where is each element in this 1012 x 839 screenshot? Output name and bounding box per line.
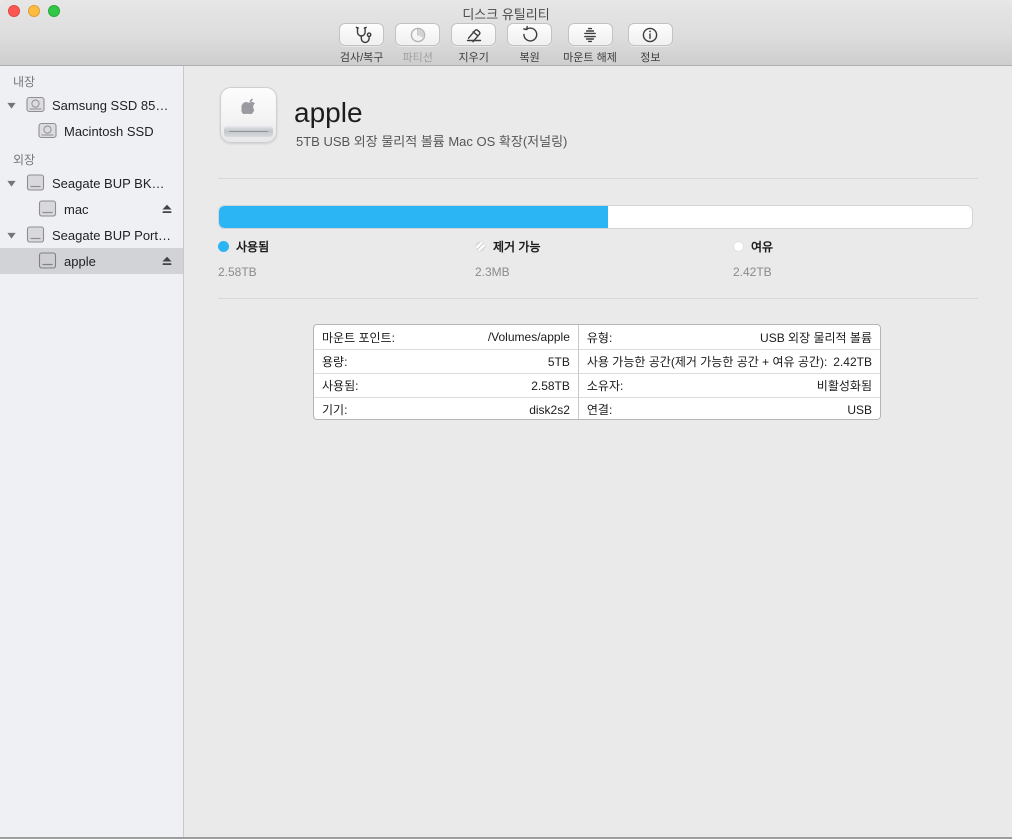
divider: [218, 298, 978, 299]
sidebar-item-macintosh-ssd[interactable]: Macintosh SSD: [0, 118, 183, 144]
toolbar: 검사/복구 파티션: [0, 23, 1012, 65]
table-row: 용량: 5TB: [314, 349, 578, 373]
info-button[interactable]: 정보: [628, 23, 673, 65]
disclosure-triangle-icon[interactable]: [6, 178, 17, 189]
purgeable-dot-icon: [475, 241, 486, 252]
details-right-column: 유형: USB 외장 물리적 볼륨 사용 가능한 공간(제거 가능한 공간 + …: [578, 325, 880, 420]
erase-icon: [464, 25, 484, 45]
table-row: 사용됨: 2.58TB: [314, 373, 578, 397]
legend-used: 사용됨 2.58TB: [218, 238, 269, 279]
free-label: 여유: [751, 238, 773, 255]
purgeable-value: 2.3MB: [475, 265, 541, 279]
device-value: disk2s2: [529, 403, 570, 417]
used-dot-icon: [218, 241, 229, 252]
available-space-value: 2.42TB: [833, 355, 872, 369]
disclosure-triangle-icon[interactable]: [6, 230, 17, 241]
unmount-icon: [580, 25, 600, 45]
sidebar-item-label: Samsung SSD 85…: [52, 98, 168, 113]
erase-button[interactable]: 지우기: [451, 23, 496, 65]
purgeable-label: 제거 가능: [493, 238, 541, 255]
window-header: 디스크 유틸리티 검사/복구: [0, 0, 1012, 66]
volume-title: apple: [294, 97, 363, 129]
used-label: 사용됨: [236, 238, 269, 255]
restore-icon: [520, 25, 540, 45]
eject-icon[interactable]: [160, 254, 174, 268]
divider: [218, 178, 978, 179]
legend-free: 여유 2.42TB: [733, 238, 773, 279]
restore-label: 복원: [520, 49, 540, 65]
internal-disk-icon: [38, 122, 57, 139]
free-dot-icon: [733, 241, 744, 252]
disclosure-triangle-icon[interactable]: [6, 100, 17, 111]
table-row: 소유자: 비활성화됨: [579, 373, 880, 397]
erase-label: 지우기: [458, 49, 488, 65]
legend-purgeable: 제거 가능 2.3MB: [475, 238, 541, 279]
sidebar-section-external: 외장: [0, 152, 183, 168]
partition-label: 파티션: [402, 49, 432, 65]
type-value: USB 외장 물리적 볼륨: [760, 329, 872, 346]
free-value: 2.42TB: [733, 265, 773, 279]
sidebar-item-seagate-bup-port[interactable]: Seagate BUP Port…: [0, 222, 183, 248]
used-value: 2.58TB: [218, 265, 269, 279]
details-table: 마운트 포인트: /Volumes/apple 용량: 5TB 사용됨: 2.5…: [313, 324, 881, 420]
sidebar-item-seagate-bup-bk[interactable]: Seagate BUP BK…: [0, 170, 183, 196]
external-disk-icon: [26, 174, 45, 191]
disk-utility-window: 디스크 유틸리티 검사/복구: [0, 0, 1012, 839]
eject-icon[interactable]: [160, 202, 174, 216]
internal-disk-icon: [26, 96, 45, 113]
device-label: 기기:: [322, 401, 347, 418]
usage-bar-used-fill: [219, 206, 608, 228]
sidebar-item-mac[interactable]: mac: [0, 196, 183, 222]
sidebar-item-label: Macintosh SSD: [64, 124, 154, 139]
table-row: 유형: USB 외장 물리적 볼륨: [579, 325, 880, 349]
unmount-button[interactable]: 마운트 해제: [563, 23, 617, 65]
connection-value: USB: [847, 403, 872, 417]
info-icon: [640, 25, 660, 45]
window-title: 디스크 유틸리티: [0, 4, 1012, 23]
capacity-value: 5TB: [548, 355, 570, 369]
mount-point-value: /Volumes/apple: [488, 330, 570, 344]
available-space-label: 사용 가능한 공간(제거 가능한 공간 + 여유 공간):: [587, 353, 827, 370]
table-row: 연결: USB: [579, 397, 880, 420]
partition-icon: [408, 25, 428, 45]
sidebar-item-label: mac: [64, 202, 89, 217]
type-label: 유형:: [587, 329, 612, 346]
apple-logo-icon: [241, 97, 256, 114]
info-label: 정보: [640, 49, 660, 65]
owner-label: 소유자:: [587, 377, 623, 394]
table-row: 사용 가능한 공간(제거 가능한 공간 + 여유 공간): 2.42TB: [579, 349, 880, 373]
sidebar-item-label: Seagate BUP BK…: [52, 176, 165, 191]
external-disk-icon: [38, 252, 57, 269]
sidebar-item-apple[interactable]: apple: [0, 248, 183, 274]
owner-value: 비활성화됨: [817, 377, 872, 394]
usage-bar: [218, 205, 973, 229]
volume-icon-slot: [229, 131, 268, 133]
table-row: 마운트 포인트: /Volumes/apple: [314, 325, 578, 349]
used-space-label: 사용됨:: [322, 377, 358, 394]
first-aid-label: 검사/복구: [340, 49, 384, 65]
external-disk-icon: [38, 200, 57, 217]
volume-description: 5TB USB 외장 물리적 볼륨 Mac OS 확장(저널링): [296, 131, 567, 150]
main-content: apple 5TB USB 외장 물리적 볼륨 Mac OS 확장(저널링) 사…: [185, 66, 1012, 837]
sidebar-item-label: Seagate BUP Port…: [52, 228, 171, 243]
first-aid-icon: [352, 25, 372, 45]
external-disk-icon: [26, 226, 45, 243]
mount-point-label: 마운트 포인트:: [322, 329, 395, 346]
restore-button[interactable]: 복원: [507, 23, 552, 65]
connection-label: 연결:: [587, 401, 612, 418]
sidebar-item-samsung-ssd[interactable]: Samsung SSD 85…: [0, 92, 183, 118]
sidebar-item-label: apple: [64, 254, 96, 269]
used-space-value: 2.58TB: [531, 379, 570, 393]
capacity-label: 용량:: [322, 353, 347, 370]
table-row: 기기: disk2s2: [314, 397, 578, 420]
first-aid-button[interactable]: 검사/복구: [339, 23, 384, 65]
sidebar-section-internal: 내장: [0, 74, 183, 90]
unmount-label: 마운트 해제: [563, 49, 617, 65]
details-left-column: 마운트 포인트: /Volumes/apple 용량: 5TB 사용됨: 2.5…: [314, 325, 578, 420]
sidebar: 내장 Samsung SSD 85… Macintosh SSD 외장: [0, 66, 184, 837]
partition-button: 파티션: [395, 23, 440, 65]
volume-icon: [220, 87, 277, 143]
